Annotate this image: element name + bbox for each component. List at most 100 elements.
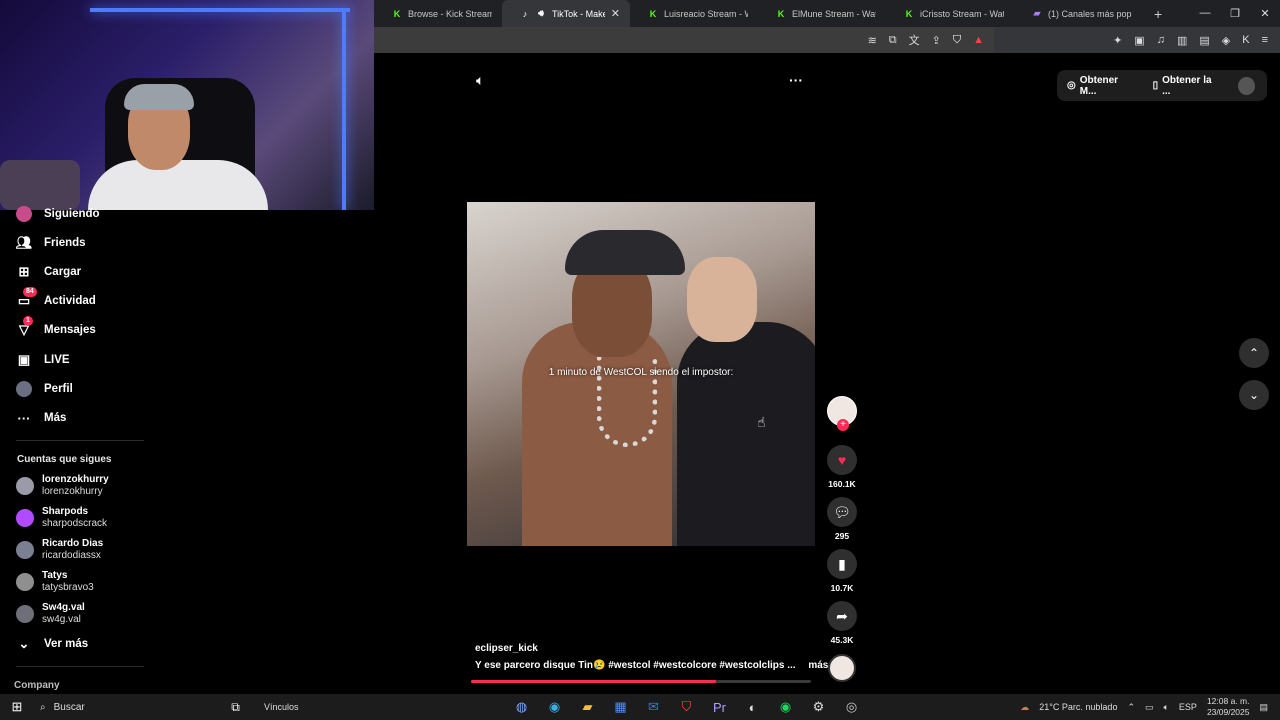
tab-kick-browse[interactable]: K Browse - Kick Streaming: [374, 0, 502, 27]
sidebar-item-friends[interactable]: 👥︎ Friends: [16, 235, 86, 251]
wallet-icon[interactable]: ▤: [1199, 34, 1209, 47]
tab-icrissto[interactable]: K iCrissto Stream - Watch Li: [886, 0, 1014, 27]
system-tray: ☁ 21°C Parc. nublado ⌃ ▭ 🔈︎ ESP 12:08 a.…: [1020, 694, 1280, 720]
followed-account[interactable]: Sw4g.val sw4g.val: [16, 602, 85, 626]
extensions-icon[interactable]: ✦: [1113, 34, 1122, 47]
sidebar-item-more[interactable]: ··· Más: [16, 410, 67, 426]
sidebar-icon[interactable]: ▥: [1177, 34, 1187, 47]
sidebar-item-profile[interactable]: Perfil: [16, 381, 73, 397]
browser-tab-strip: K Browse - Kick Streaming ♪ 🔊︎ TikTok - …: [374, 0, 1280, 27]
creator-avatar[interactable]: +: [826, 396, 858, 431]
clock[interactable]: 12:08 a. m. 23/09/2025: [1207, 696, 1250, 718]
weather-label[interactable]: 21°C Parc. nublado: [1039, 702, 1117, 712]
see-more-button[interactable]: ⌄ Ver más: [16, 636, 89, 652]
save-button[interactable]: ▮ 10.7K: [826, 549, 858, 593]
language-indicator[interactable]: ESP: [1179, 702, 1197, 712]
more-options-icon[interactable]: ···: [789, 72, 803, 88]
search-label: Buscar: [53, 701, 85, 713]
account-handle: tatysbravo3: [42, 582, 94, 593]
followed-account[interactable]: Ricardo Dias ricardodiassx: [16, 538, 103, 562]
spotify-icon[interactable]: ◉: [769, 699, 802, 715]
video-username[interactable]: eclipser_kick: [475, 643, 538, 654]
tray-chevron-icon[interactable]: ⌃: [1127, 702, 1135, 713]
close-tab-icon[interactable]: ✕: [611, 7, 620, 20]
sidebar-item-label: Siguiendo: [44, 208, 100, 220]
sound-avatar[interactable]: [828, 654, 856, 682]
brave-icon[interactable]: ⛉: [670, 699, 703, 715]
followed-account[interactable]: lorenzokhurry lorenzokhurry: [16, 474, 109, 498]
sidebar-item-label: Cargar: [44, 266, 82, 278]
share-icon[interactable]: ⇪: [932, 34, 941, 47]
new-tab-button[interactable]: +: [1142, 6, 1174, 22]
network-icon[interactable]: ▭: [1145, 702, 1154, 713]
file-explorer-icon[interactable]: ▰: [571, 699, 604, 715]
heart-icon: ♥: [827, 445, 857, 475]
user-avatar[interactable]: [1237, 76, 1255, 95]
get-app-button[interactable]: ◎ Obtener M...: [1067, 75, 1135, 97]
followed-account[interactable]: Sharpods sharpodscrack: [16, 506, 107, 530]
like-count: 160.1K: [828, 479, 856, 489]
premiere-icon[interactable]: Pr: [703, 700, 736, 715]
task-view-icon[interactable]: ⧉: [219, 700, 252, 715]
avatar: +: [827, 396, 857, 431]
brave-rewards-icon[interactable]: ▲: [973, 34, 984, 46]
tab-luisreacio[interactable]: K Luisreacio Stream - Watch: [630, 0, 758, 27]
music-icon[interactable]: ♫: [1157, 34, 1165, 47]
edge-icon[interactable]: ◉: [538, 699, 571, 715]
tab-elmune[interactable]: K ElMune Stream - Watch Li: [758, 0, 886, 27]
video-person-head: [687, 257, 757, 342]
settings-icon[interactable]: ⚙: [802, 699, 835, 715]
tab-canales[interactable]: ▰ (1) Canales más populare: [1014, 0, 1142, 27]
copilot-icon[interactable]: ◍: [505, 699, 538, 715]
sidebar-item-messages[interactable]: ▽ 1 Mensajes: [16, 316, 96, 338]
vpn-icon[interactable]: ◈: [1222, 34, 1230, 47]
follow-plus-icon[interactable]: +: [837, 419, 849, 431]
translate-icon[interactable]: 文: [909, 32, 920, 48]
screenshot-icon[interactable]: ▣: [1134, 34, 1144, 47]
outlook-icon[interactable]: ✉: [637, 699, 670, 715]
save-count: 10.7K: [830, 583, 854, 593]
sidebar-item-activity[interactable]: ▭ 84 Actividad: [16, 287, 96, 309]
sidebar-item-live[interactable]: ▣ LIVE: [16, 352, 70, 368]
volume-icon[interactable]: 🔈︎: [476, 72, 484, 89]
windows-start-icon[interactable]: ⊞: [0, 699, 34, 715]
brave-shield-icon[interactable]: ⛉: [953, 34, 961, 47]
company-link[interactable]: Company: [14, 680, 60, 691]
volume-tray-icon[interactable]: 🔈︎: [1164, 702, 1169, 713]
video-player[interactable]: 1 minuto de WestCOL siendo el impostor:: [467, 202, 815, 546]
more-link[interactable]: más: [808, 660, 828, 671]
next-video-button[interactable]: ⌄: [1239, 380, 1269, 410]
sidebar-item-label: Friends: [44, 237, 86, 249]
share-count: 45.3K: [830, 635, 854, 645]
menu-icon[interactable]: ≡: [1262, 34, 1268, 47]
speaker-icon: 🔊︎: [538, 8, 544, 18]
like-button[interactable]: ♥ 160.1K: [826, 445, 858, 489]
links-toolbar[interactable]: Vínculos: [264, 702, 299, 712]
share-button[interactable]: ➦ 45.3K: [826, 601, 858, 645]
sidebar-item-upload[interactable]: ⊞ Cargar: [16, 264, 82, 280]
window-controls: — ❐ ✕: [1190, 7, 1280, 20]
get-mobile-app-button[interactable]: ▯ Obtener la ...: [1153, 75, 1220, 97]
previous-video-button[interactable]: ⌃: [1239, 338, 1269, 368]
minimize-icon[interactable]: —: [1190, 7, 1220, 20]
tab-tiktok[interactable]: ♪ 🔊︎ TikTok - Make Your ✕: [502, 0, 630, 27]
following-section-title: Cuentas que sigues: [17, 454, 112, 465]
taskbar-search[interactable]: ⌕ Buscar: [34, 694, 219, 720]
friends-icon: 👥︎: [15, 235, 33, 250]
sidebar-item-following[interactable]: Siguiendo: [16, 206, 100, 222]
address-bar[interactable]: ≋ ⧉ 文 ⇪ ⛉ ▲: [374, 27, 994, 53]
app-icon[interactable]: ◎: [835, 699, 868, 715]
tab-label: TikTok - Make Your: [552, 8, 605, 19]
close-window-icon[interactable]: ✕: [1250, 7, 1280, 20]
open-external-icon[interactable]: ⧉: [889, 34, 897, 47]
notifications-icon[interactable]: ▤: [1259, 702, 1268, 713]
obs-icon[interactable]: ◐: [736, 700, 769, 715]
video-progress-bar[interactable]: [471, 680, 811, 683]
followed-account[interactable]: Tatys tatysbravo3: [16, 570, 94, 594]
tiktok-icon: ♪: [522, 8, 528, 19]
restore-icon[interactable]: ❐: [1220, 7, 1250, 20]
store-icon[interactable]: ▦: [604, 699, 637, 715]
kick-extension-icon[interactable]: K: [1242, 34, 1249, 47]
reader-icon[interactable]: ≋: [868, 34, 877, 47]
comment-button[interactable]: 💬︎ 295: [826, 497, 858, 541]
